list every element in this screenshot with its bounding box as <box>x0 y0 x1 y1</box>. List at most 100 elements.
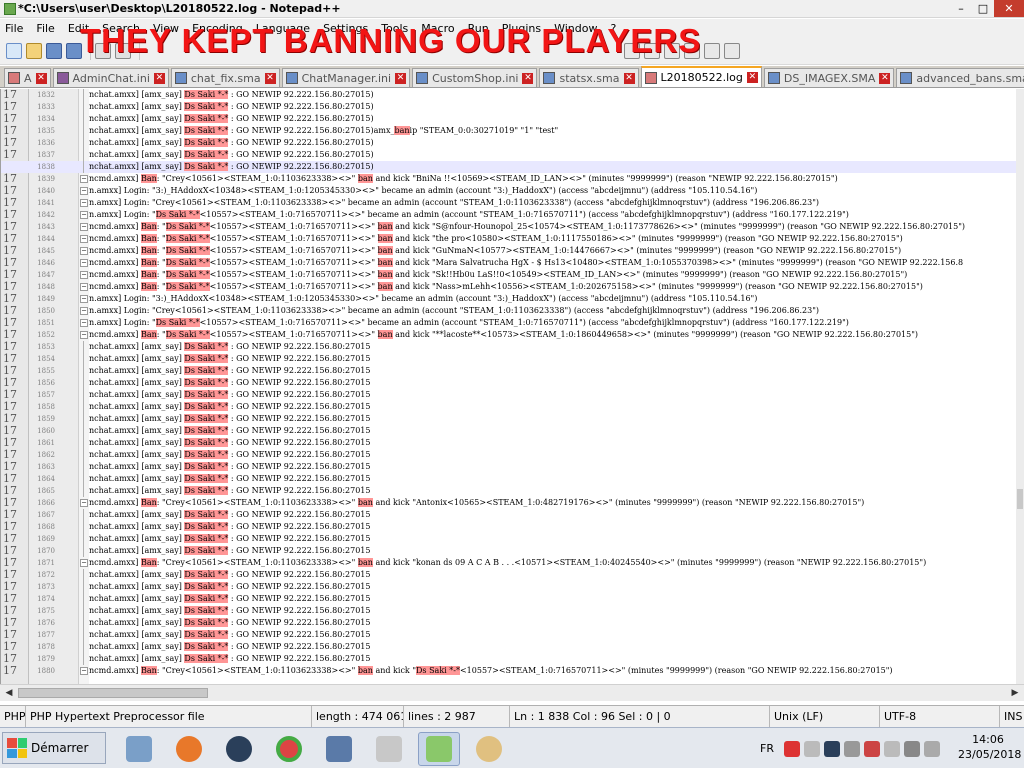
antivirus-icon[interactable] <box>783 740 800 757</box>
language-indicator[interactable]: FR <box>760 742 774 755</box>
code-line[interactable]: 1865 nchat.amxx] [amx_say] Ds Saki *-* : … <box>1 485 1016 497</box>
text-area[interactable]: 1832 nchat.amxx] [amx_say] Ds Saki *-* : … <box>1 89 1016 677</box>
code-line[interactable]: 1855 nchat.amxx] [amx_say] Ds Saki *-* : … <box>1 365 1016 377</box>
code-line[interactable]: 1844 − ncmd.amxx] Ban: "Ds Saki *-*<10557>… <box>1 233 1016 245</box>
taskbar-calculator[interactable] <box>118 732 160 766</box>
code-line[interactable]: 1866 − ncmd.amxx] Ban: "Crey<10561><STEAM_… <box>1 497 1016 509</box>
taskbar-firefox[interactable] <box>168 732 210 766</box>
fold-toggle-icon[interactable]: − <box>80 499 88 507</box>
code-line[interactable]: 1864 nchat.amxx] [amx_say] Ds Saki *-* : … <box>1 473 1016 485</box>
taskbar-steam[interactable] <box>218 732 260 766</box>
tab-close-icon[interactable]: ✕ <box>522 72 534 84</box>
taskbar-remote-desktop[interactable] <box>318 732 360 766</box>
tray-app-icon[interactable] <box>863 740 880 757</box>
new-file-icon[interactable] <box>6 42 22 59</box>
network-icon[interactable] <box>903 740 920 757</box>
code-line[interactable]: 1868 nchat.amxx] [amx_say] Ds Saki *-* : … <box>1 521 1016 533</box>
code-line[interactable]: 1870 nchat.amxx] [amx_say] Ds Saki *-* : … <box>1 545 1016 557</box>
fold-toggle-icon[interactable]: − <box>80 319 88 327</box>
code-line[interactable]: 1852 − ncmd.amxx] Ban: "Ds Saki *-*<10557>… <box>1 329 1016 341</box>
taskbar-chrome[interactable] <box>268 732 310 766</box>
tab-close-icon[interactable]: ✕ <box>35 72 47 84</box>
tab-close-icon[interactable]: ✕ <box>879 72 891 84</box>
code-line[interactable]: 1877 nchat.amxx] [amx_say] Ds Saki *-* : … <box>1 629 1016 641</box>
code-line[interactable]: 1834 nchat.amxx] [amx_say] Ds Saki *-* : … <box>1 113 1016 125</box>
map-icon[interactable] <box>724 42 740 59</box>
tab-advanced-bans-sma[interactable]: advanced_bans.sma ✕ <box>896 68 1024 87</box>
menu-file-1[interactable]: File <box>0 22 31 35</box>
code-line[interactable]: 1838 nchat.amxx] [amx_say] Ds Saki *-* : … <box>1 161 1016 173</box>
code-line[interactable]: 1863 nchat.amxx] [amx_say] Ds Saki *-* : … <box>1 461 1016 473</box>
code-line[interactable]: 1853 nchat.amxx] [amx_say] Ds Saki *-* : … <box>1 341 1016 353</box>
window-titlebar[interactable]: *C:\Users\user\Desktop\L20180522.log - N… <box>0 0 1024 18</box>
tab-chat-fix-sma[interactable]: chat_fix.sma ✕ <box>170 68 280 87</box>
horizontal-scrollbar[interactable]: ◀ ▶ <box>0 684 1024 701</box>
volume-icon[interactable] <box>843 740 860 757</box>
code-line[interactable]: 1854 nchat.amxx] [amx_say] Ds Saki *-* : … <box>1 353 1016 365</box>
vertical-scrollbar[interactable] <box>1016 89 1024 684</box>
fold-toggle-icon[interactable]: − <box>80 667 88 675</box>
speaker-icon[interactable] <box>923 740 940 757</box>
tab-statsx-sma[interactable]: statsx.sma ✕ <box>539 68 639 87</box>
code-line[interactable]: 1835 nchat.amxx] [amx_say] Ds Saki *-* : … <box>1 125 1016 137</box>
code-line[interactable]: 1879 nchat.amxx] [amx_say] Ds Saki *-* : … <box>1 653 1016 665</box>
code-line[interactable]: 1848 − ncmd.amxx] Ban: "Ds Saki *-*<10557>… <box>1 281 1016 293</box>
fold-toggle-icon[interactable]: − <box>80 271 88 279</box>
fold-toggle-icon[interactable]: − <box>80 559 88 567</box>
editor-pane[interactable]: 17 17 17 17 17 17 17 17 17 17 17 17 17 17 17 17 17 17 17 17… <box>0 89 1016 684</box>
fold-toggle-icon[interactable]: − <box>80 199 88 207</box>
minimize-button[interactable]: – <box>950 0 972 17</box>
taskbar-counter-strike[interactable] <box>368 732 410 766</box>
taskbar-notepad-plus-plus[interactable] <box>418 732 460 766</box>
close-button[interactable]: ✕ <box>994 0 1024 17</box>
code-line[interactable]: 1856 nchat.amxx] [amx_say] Ds Saki *-* : … <box>1 377 1016 389</box>
code-line[interactable]: 1843 − ncmd.amxx] Ban: "Ds Saki *-*<10557>… <box>1 221 1016 233</box>
code-line[interactable]: 1833 nchat.amxx] [amx_say] Ds Saki *-* : … <box>1 101 1016 113</box>
code-line[interactable]: 1862 nchat.amxx] [amx_say] Ds Saki *-* : … <box>1 449 1016 461</box>
code-line[interactable]: 1871 − ncmd.amxx] Ban: "Crey<10561><STEAM_… <box>1 557 1016 569</box>
fold-toggle-icon[interactable]: − <box>80 283 88 291</box>
fold-toggle-icon[interactable]: − <box>80 223 88 231</box>
scroll-left-icon[interactable]: ◀ <box>2 686 16 700</box>
code-line[interactable]: 1876 nchat.amxx] [amx_say] Ds Saki *-* : … <box>1 617 1016 629</box>
fold-toggle-icon[interactable]: − <box>80 259 88 267</box>
code-line[interactable]: 1869 nchat.amxx] [amx_say] Ds Saki *-* : … <box>1 533 1016 545</box>
clock[interactable]: 14:06 23/05/2018 <box>958 732 1021 762</box>
fold-toggle-icon[interactable]: − <box>80 175 88 183</box>
save-icon[interactable] <box>46 42 62 59</box>
fold-toggle-icon[interactable]: − <box>80 235 88 243</box>
tab-close-icon[interactable]: ✕ <box>623 72 635 84</box>
fold-toggle-icon[interactable]: − <box>80 307 88 315</box>
tab-close-icon[interactable]: ✕ <box>395 72 407 84</box>
start-button[interactable]: Démarrer <box>2 732 106 764</box>
code-line[interactable]: 1867 nchat.amxx] [amx_say] Ds Saki *-* : … <box>1 509 1016 521</box>
code-line[interactable]: 1836 nchat.amxx] [amx_say] Ds Saki *-* : … <box>1 137 1016 149</box>
code-line[interactable]: 1873 nchat.amxx] [amx_say] Ds Saki *-* : … <box>1 581 1016 593</box>
code-line[interactable]: 1847 − ncmd.amxx] Ban: "Ds Saki *-*<10557>… <box>1 269 1016 281</box>
tab-close-icon[interactable]: ✕ <box>746 72 758 83</box>
code-line[interactable]: 1850 − n.amxx] Login: "Crey<10561><STEAM_1… <box>1 305 1016 317</box>
tab-close-icon[interactable]: ✕ <box>153 72 165 84</box>
code-line[interactable]: 1861 nchat.amxx] [amx_say] Ds Saki *-* : … <box>1 437 1016 449</box>
code-line[interactable]: 1874 nchat.amxx] [amx_say] Ds Saki *-* : … <box>1 593 1016 605</box>
indent-guide-icon[interactable] <box>704 42 720 59</box>
code-line[interactable]: 1832 nchat.amxx] [amx_say] Ds Saki *-* : … <box>1 89 1016 101</box>
code-line[interactable]: 1846 − ncmd.amxx] Ban: "Ds Saki *-*<10557>… <box>1 257 1016 269</box>
fold-toggle-icon[interactable]: − <box>80 187 88 195</box>
fold-toggle-icon[interactable]: − <box>80 211 88 219</box>
code-line[interactable]: 1849 − n.amxx] Login: "3:)_HAddoxX<10348><… <box>1 293 1016 305</box>
open-file-icon[interactable] <box>26 42 42 59</box>
code-line[interactable]: 1840 − n.amxx] Login: "3:)_HAddoxX<10348><… <box>1 185 1016 197</box>
code-line[interactable]: 1842 − n.amxx] Login: "Ds Saki *-*<10557><… <box>1 209 1016 221</box>
tab-a[interactable]: A ✕ <box>4 68 51 87</box>
tab-adminchat-ini[interactable]: AdminChat.ini ✕ <box>52 68 169 87</box>
code-line[interactable]: 1878 nchat.amxx] [amx_say] Ds Saki *-* : … <box>1 641 1016 653</box>
tab-customshop-ini[interactable]: CustomShop.ini ✕ <box>412 68 538 87</box>
fold-toggle-icon[interactable]: − <box>80 331 88 339</box>
scroll-right-icon[interactable]: ▶ <box>1008 686 1022 700</box>
fold-toggle-icon[interactable]: − <box>80 295 88 303</box>
flag-icon[interactable] <box>883 740 900 757</box>
code-line[interactable]: 1857 nchat.amxx] [amx_say] Ds Saki *-* : … <box>1 389 1016 401</box>
code-line[interactable]: 1872 nchat.amxx] [amx_say] Ds Saki *-* : … <box>1 569 1016 581</box>
tab-l20180522-log[interactable]: L20180522.log ✕ <box>640 66 762 87</box>
